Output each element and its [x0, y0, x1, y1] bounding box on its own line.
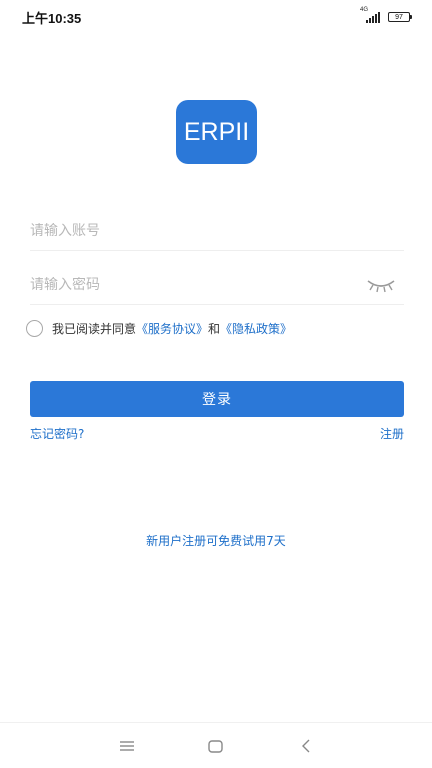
account-input[interactable]	[30, 222, 350, 239]
forgot-password-link[interactable]: 忘记密码?	[30, 425, 84, 442]
back-icon[interactable]	[295, 737, 319, 755]
battery-icon: 97	[388, 12, 412, 22]
register-link[interactable]: 注册	[380, 425, 404, 442]
agreement-row: 我已阅读并同意 《服务协议》 和 《隐私政策》	[26, 319, 292, 337]
navigation-bar	[0, 722, 432, 768]
account-field	[30, 211, 404, 251]
agreement-checkbox[interactable]	[26, 319, 43, 337]
battery-level: 97	[395, 13, 403, 21]
agreement-prefix: 我已阅读并同意	[52, 321, 137, 336]
promo-text: 新用户注册可免费试用7天	[146, 534, 286, 548]
password-input[interactable]	[30, 276, 350, 293]
status-time: 上午10:35	[22, 10, 82, 26]
login-button[interactable]: 登录	[30, 381, 404, 417]
password-field	[30, 265, 404, 305]
status-bar: 上午10:35 4G 97	[0, 0, 432, 34]
service-agreement-link[interactable]: 《服务协议》	[136, 320, 208, 337]
signal-icon: 4G	[360, 7, 382, 23]
privacy-policy-link[interactable]: 《隐私政策》	[220, 320, 292, 337]
status-icons: 4G 97	[360, 7, 412, 23]
app-logo-text: ERPII	[183, 117, 250, 146]
app-logo: ERPII	[176, 100, 257, 164]
agreement-and: 和	[208, 321, 221, 336]
menu-icon[interactable]	[115, 737, 139, 755]
eye-closed-icon[interactable]	[366, 277, 396, 293]
login-screen: 上午10:35 4G 97 ERPII 我	[0, 0, 432, 768]
home-icon[interactable]	[203, 737, 227, 755]
